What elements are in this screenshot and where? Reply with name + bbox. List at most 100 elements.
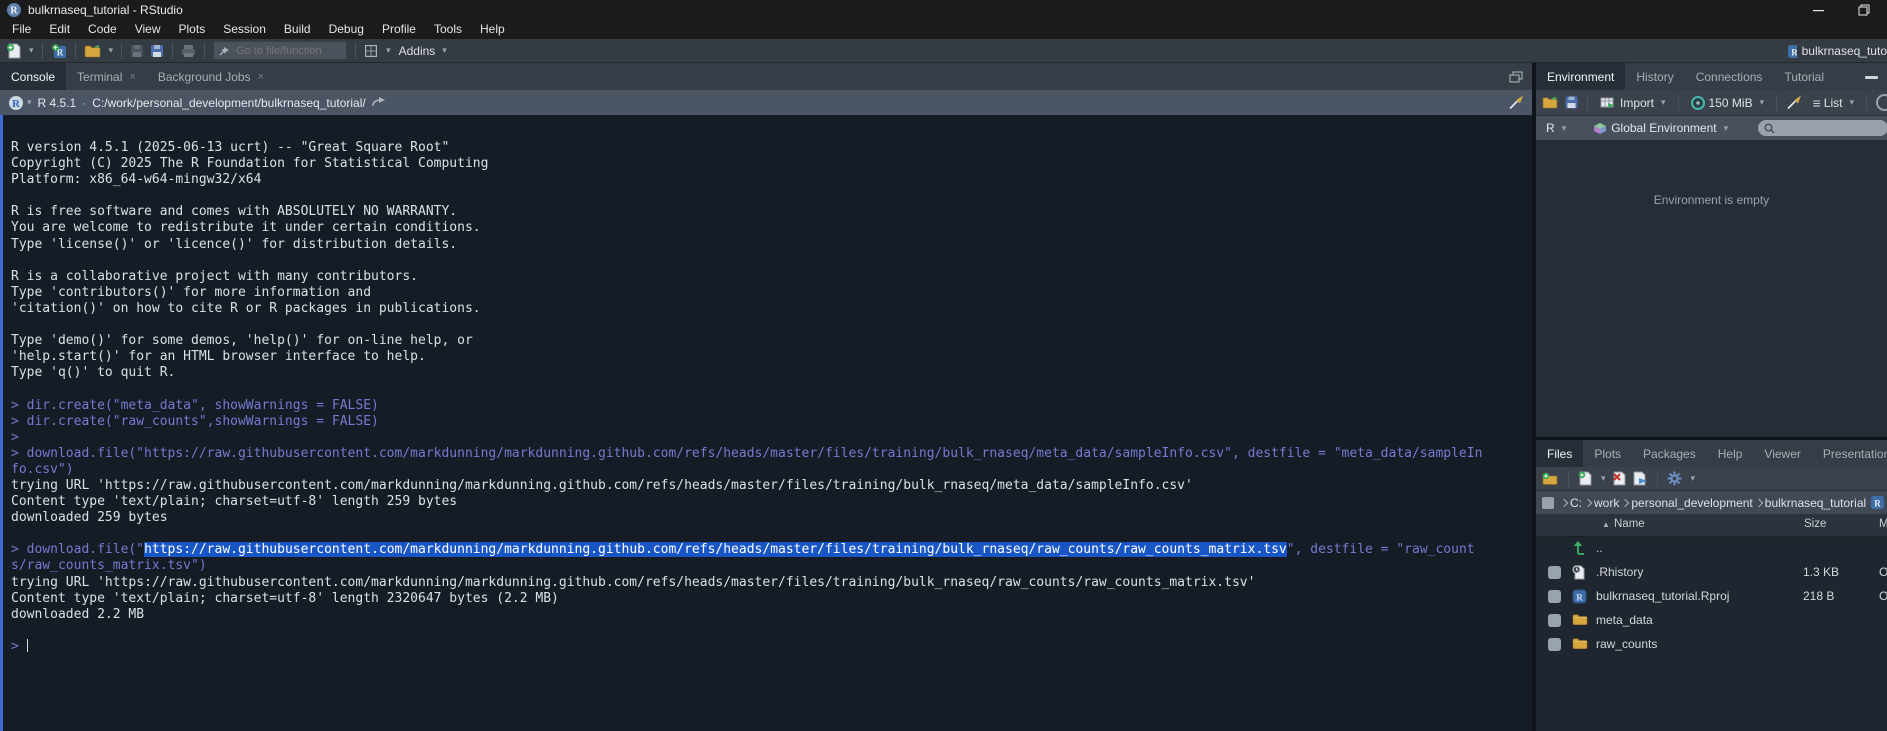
file-name[interactable]: bulkrnaseq_tutorial.Rproj [1596, 589, 1729, 603]
column-header-size[interactable]: Size [1804, 518, 1826, 530]
tab-connections[interactable]: Connections [1685, 63, 1774, 90]
list-view-dropdown[interactable]: ≡ List ▾ [1810, 95, 1857, 111]
file-row[interactable]: .Rhistory1.3 KBO [1536, 561, 1887, 585]
menu-debug[interactable]: Debug [320, 20, 373, 39]
column-header-modified[interactable]: Modified [1879, 518, 1887, 530]
file-name[interactable]: meta_data [1596, 613, 1653, 627]
menu-edit[interactable]: Edit [40, 20, 79, 39]
workspace-panes-button[interactable] [364, 41, 378, 61]
working-directory-label[interactable]: C:/work/personal_development/bulkrnaseq_… [92, 96, 366, 110]
environment-scope-dropdown[interactable]: Global Environment ▾ [1590, 121, 1731, 135]
file-checkbox[interactable] [1548, 566, 1561, 579]
save-all-button[interactable] [149, 41, 164, 61]
close-tab-icon[interactable]: × [129, 71, 135, 83]
file-name[interactable]: .. [1596, 541, 1603, 555]
more-file-commands-button[interactable] [1667, 469, 1682, 489]
tab-console[interactable]: Console [0, 63, 66, 90]
print-button[interactable] [181, 41, 196, 61]
delete-file-button[interactable] [1612, 469, 1626, 489]
file-row[interactable]: meta_data [1536, 609, 1887, 633]
load-workspace-button[interactable] [1542, 93, 1559, 113]
file-row[interactable]: Rbulkrnaseq_tutorial.Rproj218 BO [1536, 585, 1887, 609]
menu-tools[interactable]: Tools [425, 20, 471, 39]
new-blank-file-button[interactable] [1578, 469, 1592, 489]
file-checkbox[interactable] [1548, 614, 1561, 627]
goto-file-search[interactable] [213, 41, 347, 60]
console-output[interactable]: R version 4.5.1 (2025-06-13 ucrt) -- "Gr… [0, 115, 1532, 731]
open-file-button[interactable] [84, 41, 101, 61]
refresh-environment-icon[interactable] [1876, 94, 1887, 111]
new-blank-file-dropdown-icon[interactable]: ▾ [1601, 473, 1606, 484]
breadcrumb-segment[interactable]: personal_development [1631, 496, 1752, 510]
sort-ascending-icon[interactable]: ▲ [1602, 520, 1610, 529]
menu-profile[interactable]: Profile [373, 20, 425, 39]
import-dataset-dropdown[interactable]: Import ▾ [1597, 96, 1669, 110]
save-button[interactable] [130, 41, 144, 61]
minimize-pane-button[interactable] [1865, 63, 1887, 90]
save-workspace-button[interactable] [1565, 93, 1578, 113]
tab-environment[interactable]: Environment [1536, 63, 1625, 90]
new-project-button[interactable]: R [51, 41, 67, 61]
copy-file-button[interactable] [1632, 469, 1648, 489]
menu-bar: FileEditCodeViewPlotsSessionBuildDebugPr… [0, 20, 1887, 39]
goto-file-input[interactable] [236, 45, 336, 57]
tab-plots[interactable]: Plots [1583, 440, 1632, 467]
checkbox-icon[interactable] [1548, 614, 1561, 627]
rproject-breadcrumb-icon[interactable]: R [1870, 493, 1885, 513]
minimize-window-button[interactable] [1795, 0, 1841, 20]
new-folder-button[interactable] [1542, 469, 1559, 489]
language-dropdown[interactable]: R ▾ [1543, 121, 1569, 135]
addins-dropdown[interactable]: Addins ▾ [396, 44, 450, 58]
file-row[interactable]: .. [1536, 537, 1887, 561]
breadcrumb-segment[interactable]: work [1594, 496, 1619, 510]
menu-plots[interactable]: Plots [170, 20, 215, 39]
menu-build[interactable]: Build [275, 20, 320, 39]
checkbox-icon[interactable] [1548, 590, 1561, 603]
console-line: Type 'contributors()' for more informati… [11, 285, 1532, 301]
tab-background-jobs[interactable]: Background Jobs× [147, 63, 275, 90]
tab-viewer[interactable]: Viewer [1753, 440, 1811, 467]
breadcrumb-segment[interactable]: bulkrnaseq_tutorial [1765, 496, 1866, 510]
file-checkbox[interactable] [1548, 590, 1561, 603]
tab-help[interactable]: Help [1707, 440, 1754, 467]
new-file-button[interactable] [6, 41, 21, 61]
checkbox-icon[interactable] [1548, 566, 1561, 579]
more-file-commands-dropdown-icon[interactable]: ▾ [1691, 473, 1696, 484]
memory-usage-dropdown[interactable]: 150 MiB ▾ [1688, 96, 1768, 110]
console-text: ", destfile = "raw_count [1287, 542, 1475, 557]
panes-dropdown-icon[interactable]: ▾ [386, 45, 391, 56]
restore-window-button[interactable] [1841, 0, 1887, 20]
tab-presentation[interactable]: Presentation [1812, 440, 1887, 467]
checkbox-icon[interactable] [1548, 638, 1561, 651]
menu-code[interactable]: Code [79, 20, 126, 39]
file-row[interactable]: raw_counts [1536, 633, 1887, 657]
column-header-name[interactable]: Name [1614, 518, 1645, 530]
tab-files[interactable]: Files [1536, 440, 1583, 467]
close-tab-icon[interactable]: × [258, 71, 264, 83]
environment-search[interactable] [1758, 120, 1887, 136]
file-name[interactable]: .Rhistory [1596, 565, 1643, 579]
menu-help[interactable]: Help [471, 20, 514, 39]
environment-search-input[interactable] [1779, 121, 1863, 135]
tab-history[interactable]: History [1625, 63, 1684, 90]
tab-tutorial[interactable]: Tutorial [1773, 63, 1835, 90]
file-checkbox[interactable] [1548, 638, 1561, 651]
tab-terminal[interactable]: Terminal× [66, 63, 147, 90]
maximize-pane-button[interactable] [1509, 63, 1532, 90]
project-menu-button[interactable]: R bulkrnaseq_tuto [1781, 39, 1887, 63]
console-line: Copyright (C) 2025 The R Foundation for … [11, 156, 1532, 172]
r-session-menu[interactable]: R ▾ [8, 93, 32, 113]
file-name[interactable]: raw_counts [1596, 637, 1657, 651]
select-all-files-checkbox[interactable] [1542, 497, 1554, 509]
breadcrumb-segment[interactable]: C: [1570, 496, 1582, 510]
menu-session[interactable]: Session [214, 20, 275, 39]
open-file-dropdown-icon[interactable]: ▾ [109, 45, 114, 56]
clear-console-button[interactable] [1508, 93, 1524, 113]
tab-packages[interactable]: Packages [1632, 440, 1707, 467]
tab-label: Plots [1594, 447, 1621, 461]
menu-file[interactable]: File [3, 20, 40, 39]
clear-environment-button[interactable] [1786, 93, 1802, 113]
menu-view[interactable]: View [126, 20, 170, 39]
new-file-dropdown-icon[interactable]: ▾ [29, 45, 34, 56]
goto-directory-icon[interactable] [372, 93, 385, 113]
